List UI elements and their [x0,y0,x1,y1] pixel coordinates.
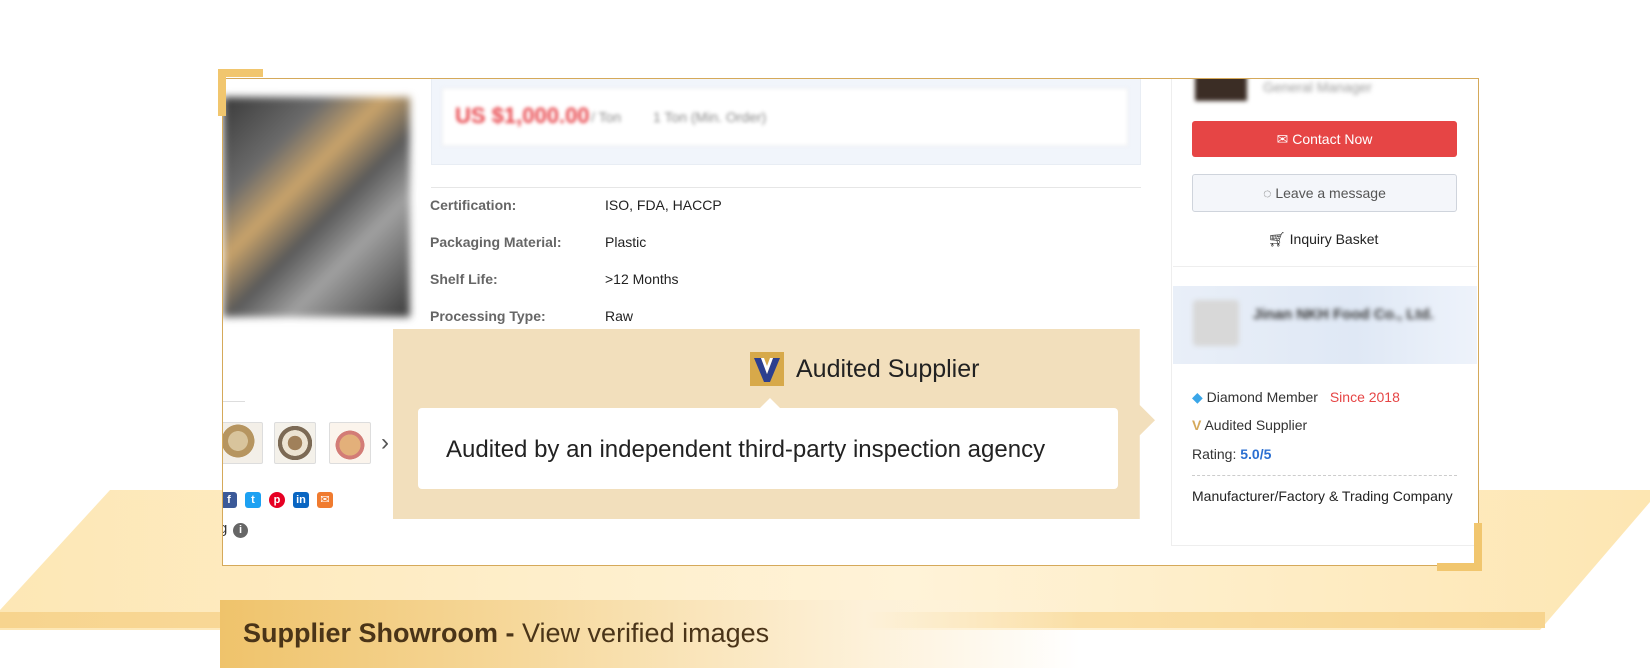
spec-value: >12 Months [605,271,679,287]
rating-label: Rating: [1192,446,1237,462]
product-thumbnail[interactable] [329,422,371,464]
caption-subtitle: View verified images [522,618,770,648]
audited-supplier-label: Audited Supplier [1204,417,1308,433]
company-logo [1193,300,1239,346]
price-value: US $1,000.00 [455,103,590,128]
diamond-member-row: ◆ Diamond Member Since 2018 [1192,389,1400,406]
sidebar-bottom-border [1171,545,1477,546]
product-thumbnail[interactable] [274,422,316,464]
avatar [1195,79,1247,101]
member-level: Diamond Member [1206,389,1318,405]
spec-label: Processing Type: [430,308,546,324]
mail-icon[interactable]: ✉ [317,492,333,508]
spec-divider [431,187,1141,188]
partial-text: g [223,520,227,537]
product-thumbnail[interactable] [223,422,263,464]
chat-bubble-icon: ◌ [1263,185,1276,201]
audited-supplier-icon: V [1192,417,1202,433]
sidebar-separator [1173,266,1477,267]
corner-accent [218,69,226,116]
linkedin-icon[interactable]: in [293,492,309,508]
diamond-icon: ◆ [1192,389,1203,405]
leave-message-button[interactable]: ◌ Leave a message [1192,174,1457,212]
price-inner: US $1,000.00 / Ton 1 Ton (Min. Order) [442,88,1128,146]
cart-icon: 🛒︎ [1268,231,1290,247]
caption-title: Supplier Showroom - [243,618,523,648]
audited-supplier-logo-icon [750,352,784,386]
inquiry-basket-label: Inquiry Basket [1289,231,1379,247]
product-main-photo[interactable] [223,97,410,317]
spec-label: Certification: [430,197,517,213]
pinterest-icon[interactable]: p [269,492,285,508]
spec-value: ISO, FDA, HACCP [605,197,722,213]
contact-now-label: Contact Now [1292,131,1373,147]
thumb-divider [223,401,245,402]
member-since: Since 2018 [1329,389,1400,405]
corner-accent [1474,523,1482,571]
envelope-icon: ✉ [1276,131,1293,147]
facebook-icon[interactable]: f [223,492,237,508]
tooltip-text: Audited by an independent third-party in… [446,436,1046,463]
chevron-right-icon[interactable]: › [381,429,389,457]
min-order: 1 Ton (Min. Order) [653,109,767,125]
price-unit: / Ton [591,109,622,125]
price-panel: US $1,000.00 / Ton 1 Ton (Min. Order) [431,79,1141,165]
company-name: Jinan NKH Food Co., Ltd. [1253,306,1434,323]
rating-value: 5.0/5 [1240,446,1272,462]
rep-title: General Manager [1263,79,1372,95]
twitter-icon[interactable]: t [245,492,261,508]
info-icon[interactable]: i [233,523,248,538]
spec-value: Plastic [605,234,647,250]
leave-message-label: Leave a message [1275,185,1386,201]
spec-label: Shelf Life: [430,271,498,287]
audited-supplier-row[interactable]: V Audited Supplier [1192,417,1307,433]
inquiry-basket-link[interactable]: 🛒︎ Inquiry Basket [1268,231,1378,248]
spec-value: Raw [605,308,634,324]
rating-row: Rating: 5.0/5 [1192,446,1271,462]
contact-now-button[interactable]: ✉ Contact Now [1192,121,1457,157]
caption: Supplier Showroom - View verified images [243,618,769,649]
company-banner[interactable]: Jinan NKH Food Co., Ltd. [1173,286,1477,364]
spec-label: Packaging Material: [430,234,562,250]
tooltip-title: Audited Supplier [796,355,980,383]
dashed-separator [1192,475,1457,476]
business-type: Manufacturer/Factory & Trading Company [1192,488,1453,504]
